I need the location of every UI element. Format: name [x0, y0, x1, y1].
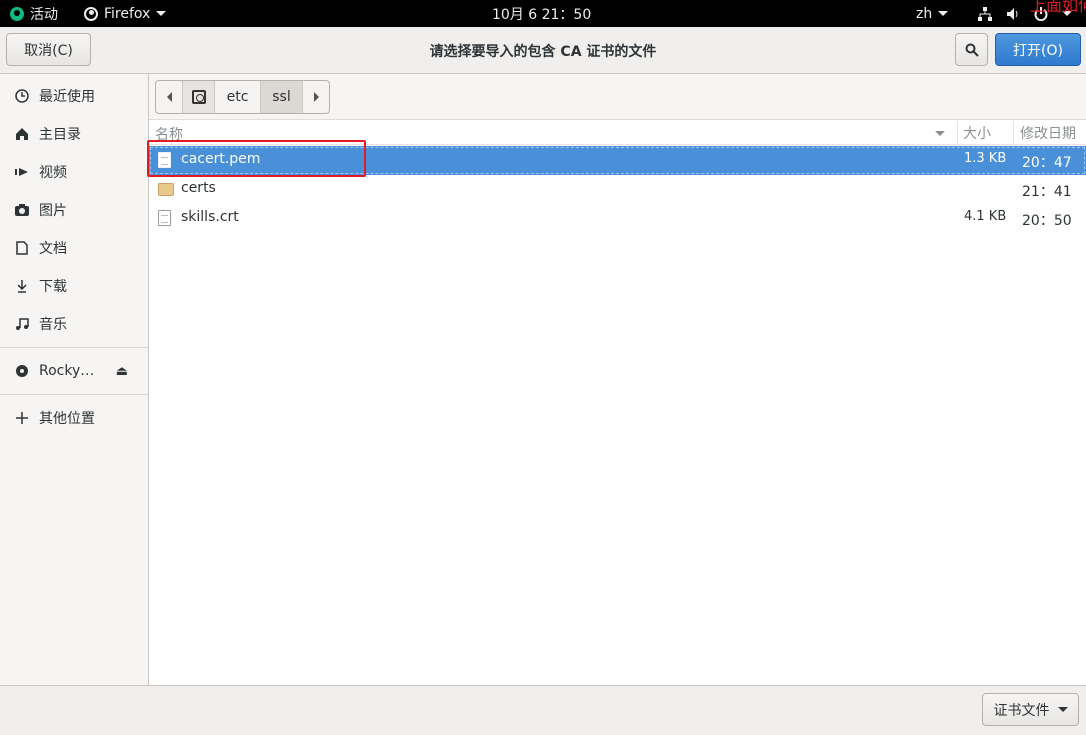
sidebar-item-label: 音乐	[39, 317, 67, 333]
file-size: 4.1 KB	[964, 209, 1007, 224]
search-icon	[965, 43, 979, 57]
chevron-down-icon	[938, 11, 949, 16]
eject-icon[interactable]: ⏏	[116, 364, 128, 379]
download-icon	[14, 278, 30, 294]
sidebar-item-home[interactable]: 主目录	[0, 116, 148, 152]
dialog-title: 请选择要导入的包含 CA 证书的文件	[429, 43, 657, 60]
dialog-footer: 证书文件	[0, 685, 1086, 735]
path-bar: etc ssl	[149, 74, 1086, 120]
app-name: Firefox	[104, 5, 151, 22]
network-icon	[978, 6, 992, 21]
sidebar-item-videos[interactable]: 视频	[0, 154, 148, 190]
sidebar-item-label: 下载	[39, 279, 67, 295]
sort-descending-icon	[935, 131, 945, 136]
sidebar-item-label: 其他位置	[39, 411, 95, 427]
camera-icon	[14, 202, 30, 218]
video-icon	[14, 164, 30, 180]
music-icon	[14, 316, 30, 332]
path-scroll-right-button[interactable]	[303, 81, 329, 113]
sidebar-separator	[0, 394, 148, 395]
app-menu[interactable]: Firefox	[84, 0, 167, 27]
column-header-modified[interactable]: 修改日期	[1013, 121, 1086, 145]
sidebar-item-label: 主目录	[39, 127, 81, 143]
sidebar-separator	[0, 347, 148, 348]
file-type-filter-dropdown[interactable]: 证书文件	[982, 693, 1079, 726]
folder-icon	[158, 183, 174, 196]
sidebar-item-label: 最近使用	[39, 89, 95, 105]
dialog-header: 请选择要导入的包含 CA 证书的文件 取消(C) 打开(O)	[0, 27, 1086, 74]
places-sidebar: 最近使用 主目录 视频 图片 文档 下载 音乐 Rocky… ⏏ 其他位置	[0, 74, 149, 685]
home-icon	[14, 126, 30, 142]
file-name: certs	[181, 180, 216, 196]
chevron-down-icon	[1057, 707, 1068, 712]
file-name: skills.crt	[181, 209, 239, 225]
sidebar-item-documents[interactable]: 文档	[0, 230, 148, 266]
path-root-button[interactable]	[183, 81, 215, 113]
input-language-menu[interactable]: zh	[916, 0, 949, 27]
clock[interactable]: 10月 6 21：50	[492, 0, 591, 27]
document-icon	[14, 240, 30, 256]
drive-icon	[191, 90, 206, 104]
sidebar-item-label: 文档	[39, 241, 67, 257]
activities-button[interactable]: 活动	[10, 0, 58, 27]
clock-icon	[14, 88, 30, 104]
sidebar-item-label: 视频	[39, 165, 67, 181]
lang-label: zh	[916, 5, 933, 22]
rocky-logo-icon	[10, 6, 24, 21]
annotation-highlight-box	[147, 140, 366, 177]
column-header-size[interactable]: 大小	[957, 121, 1013, 145]
sidebar-item-label: 图片	[39, 203, 67, 219]
open-button[interactable]: 打开(O)	[995, 33, 1081, 66]
activities-label: 活动	[30, 6, 58, 23]
volume-icon	[1007, 7, 1018, 20]
plus-icon	[14, 410, 30, 426]
overflow-annotation: 上面如何	[1029, 0, 1086, 15]
file-modified: 20：50	[1022, 213, 1072, 229]
chevron-right-icon	[313, 92, 319, 102]
path-scroll-left-button[interactable]	[156, 81, 183, 113]
sidebar-item-pictures[interactable]: 图片	[0, 192, 148, 228]
file-modified: 20：47	[1022, 155, 1072, 171]
sidebar-item-other-locations[interactable]: 其他位置	[0, 400, 148, 436]
breadcrumb: etc ssl	[155, 80, 330, 114]
sidebar-item-device[interactable]: Rocky… ⏏	[0, 353, 148, 389]
cancel-button[interactable]: 取消(C)	[6, 33, 91, 66]
search-button[interactable]	[955, 33, 988, 66]
disc-icon	[14, 363, 30, 379]
firefox-icon	[84, 6, 98, 21]
sidebar-item-downloads[interactable]: 下载	[0, 268, 148, 304]
file-row-skills[interactable]: skills.crt 4.1 KB 20：50	[149, 204, 1086, 233]
chevron-down-icon	[156, 11, 167, 16]
top-panel: 活动 Firefox 10月 6 21：50 zh 上面如何	[0, 0, 1086, 27]
file-size: 1.3 KB	[964, 151, 1007, 166]
file-row-certs[interactable]: certs 21：41	[149, 175, 1086, 204]
path-segment-ssl[interactable]: ssl	[261, 81, 303, 113]
chevron-left-icon	[166, 92, 172, 102]
sidebar-item-label: Rocky…	[39, 363, 95, 379]
sidebar-item-recent[interactable]: 最近使用	[0, 78, 148, 114]
sidebar-item-music[interactable]: 音乐	[0, 306, 148, 342]
path-segment-etc[interactable]: etc	[215, 81, 261, 113]
file-modified: 21：41	[1022, 184, 1072, 200]
filter-label: 证书文件	[993, 702, 1050, 719]
text-file-icon	[158, 210, 171, 226]
